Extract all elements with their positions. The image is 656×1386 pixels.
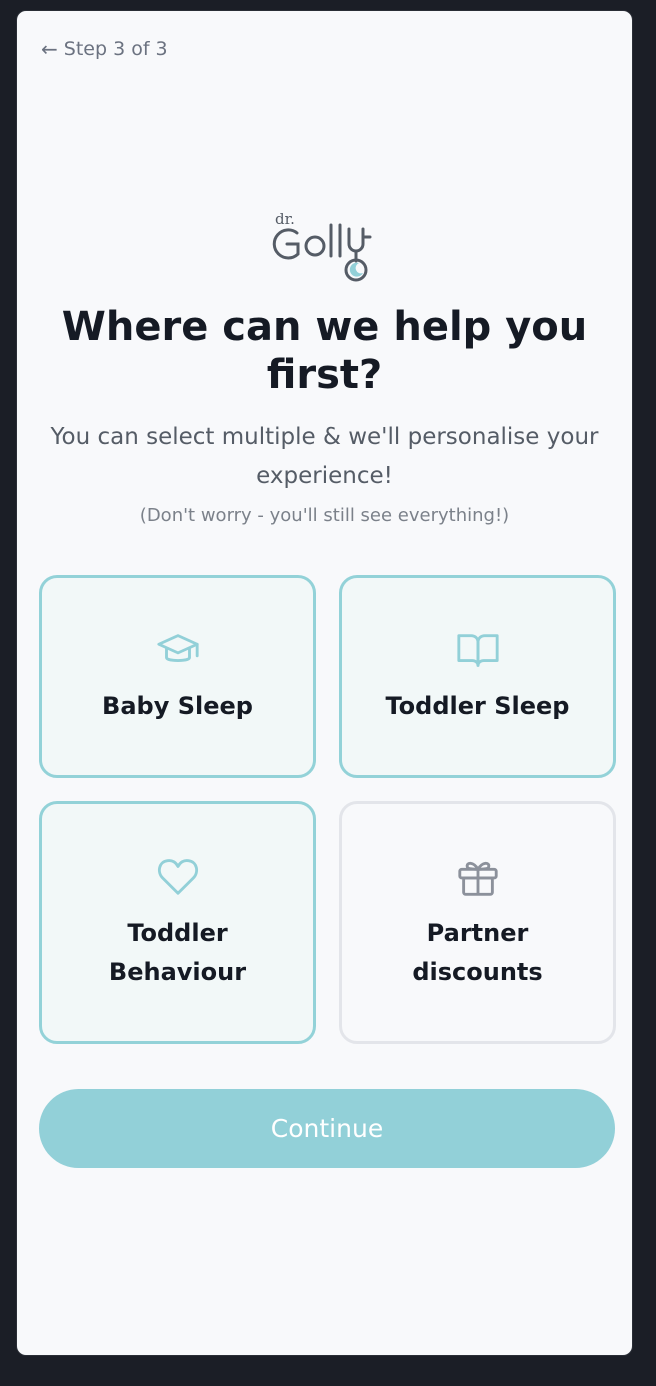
option-label: Toddler Behaviour xyxy=(108,918,247,986)
onboarding-screen: ← Step 3 of 3 dr. Where can we help you … xyxy=(16,10,633,1356)
dr-golly-logo: dr. xyxy=(272,210,372,282)
option-baby-sleep[interactable]: Baby Sleep xyxy=(39,575,316,778)
page-subtitle: You can select multiple & we'll personal… xyxy=(50,424,599,489)
option-toddler-behaviour[interactable]: Toddler Behaviour xyxy=(39,801,316,1044)
option-partner-discounts[interactable]: Partner discounts xyxy=(339,801,616,1044)
open-book-icon xyxy=(456,634,499,667)
graduation-cap-icon xyxy=(156,634,199,662)
heart-icon xyxy=(157,858,198,895)
option-toddler-sleep[interactable]: Toddler Sleep xyxy=(339,575,616,778)
back-button[interactable]: ← Step 3 of 3 xyxy=(41,37,168,61)
step-indicator: Step 3 of 3 xyxy=(63,38,168,60)
page-note: (Don't worry - you'll still see everythi… xyxy=(139,505,510,526)
back-arrow-icon: ← xyxy=(41,37,58,61)
continue-button[interactable]: Continue xyxy=(39,1089,615,1168)
option-label: Baby Sleep xyxy=(102,692,253,720)
svg-text:dr.: dr. xyxy=(275,210,295,228)
option-label: Partner discounts xyxy=(412,918,543,986)
gift-icon xyxy=(457,861,498,896)
page-title: Where can we help you first? xyxy=(61,304,588,398)
option-label: Toddler Sleep xyxy=(385,692,570,720)
